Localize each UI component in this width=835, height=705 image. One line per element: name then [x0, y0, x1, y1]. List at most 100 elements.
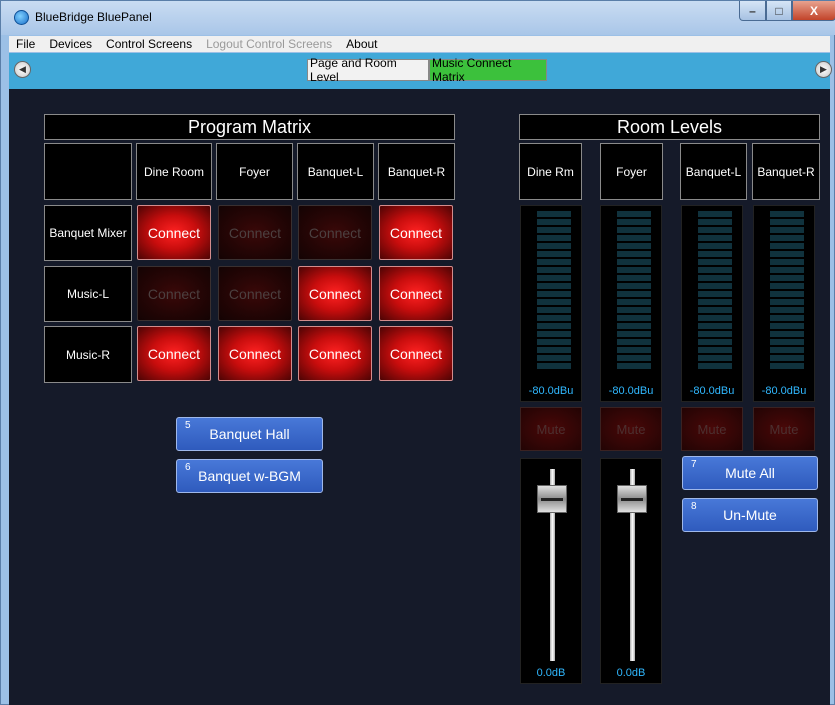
meter-segment	[617, 211, 651, 217]
meter-segment	[770, 275, 804, 281]
meter-segment	[537, 283, 571, 289]
meter-segment	[617, 299, 651, 305]
connect-button[interactable]: Connect	[298, 326, 372, 381]
meter-segment	[537, 363, 571, 369]
meter-segment	[698, 243, 732, 249]
connect-button[interactable]: Connect	[137, 326, 211, 381]
tab-page-and-room-level[interactable]: Page and Room Level	[307, 56, 429, 84]
meter-segment	[617, 323, 651, 329]
room-levels-title: Room Levels	[519, 114, 820, 140]
maximize-button[interactable]: □	[766, 1, 792, 21]
fader-value: 0.0dB	[536, 667, 566, 679]
meter-segment	[698, 363, 732, 369]
meter-value: -80.0dBu	[761, 385, 807, 397]
preset-banquet-w-bgm-button[interactable]: 6 Banquet w-BGM	[176, 459, 323, 493]
preset-label: Banquet w-BGM	[198, 468, 301, 484]
preset-banquet-hall-button[interactable]: 5 Banquet Hall	[176, 417, 323, 451]
meter-segment	[770, 283, 804, 289]
menu-logout-control-screens[interactable]: Logout Control Screens	[199, 37, 339, 51]
level-meter: -80.0dBu	[681, 205, 743, 402]
meter-segment	[617, 339, 651, 345]
volume-fader[interactable]: 0.0dB	[600, 458, 662, 684]
volume-fader[interactable]: 0.0dB	[520, 458, 582, 684]
mute-button[interactable]: Mute	[520, 407, 582, 451]
connect-button[interactable]: Connect	[218, 266, 292, 321]
menu-control-screens[interactable]: Control Screens	[99, 37, 199, 51]
fader-handle[interactable]	[617, 485, 647, 513]
meter-segment	[617, 363, 651, 369]
connect-button[interactable]: Connect	[137, 205, 211, 260]
matrix-row-label: Music-L	[44, 266, 132, 322]
meter-segment	[537, 347, 571, 353]
meter-segment	[698, 219, 732, 225]
meter-segment	[698, 307, 732, 313]
scroll-left-icon[interactable]: ◀	[14, 61, 31, 78]
preset-label: Mute All	[725, 465, 775, 481]
mute-button[interactable]: Mute	[681, 407, 743, 451]
meter-segment	[770, 307, 804, 313]
scroll-right-icon[interactable]: ▶	[815, 61, 832, 78]
meter-segment	[770, 347, 804, 353]
matrix-col-header: Banquet-R	[378, 143, 455, 200]
meter-segment	[698, 291, 732, 297]
meter-segment	[617, 251, 651, 257]
meter-segment	[770, 227, 804, 233]
connect-button[interactable]: Connect	[218, 205, 292, 260]
mute-button[interactable]: Mute	[753, 407, 815, 451]
meter-segment	[770, 355, 804, 361]
minimize-button[interactable]: –	[739, 1, 766, 21]
meter-segment	[770, 339, 804, 345]
mute-button[interactable]: Mute	[600, 407, 662, 451]
connect-button[interactable]: Connect	[379, 326, 453, 381]
title-bar[interactable]: BlueBridge BluePanel – □ X	[1, 1, 835, 35]
meter-segment	[537, 291, 571, 297]
level-meter: -80.0dBu	[600, 205, 662, 402]
fader-handle[interactable]	[537, 485, 567, 513]
program-matrix-title: Program Matrix	[44, 114, 455, 140]
meter-bars	[617, 211, 651, 369]
meter-segment	[617, 347, 651, 353]
menu-bar: File Devices Control Screens Logout Cont…	[9, 36, 830, 52]
meter-value: -80.0dBu	[689, 385, 735, 397]
meter-segment	[698, 235, 732, 241]
meter-segment	[617, 259, 651, 265]
menu-about[interactable]: About	[339, 37, 384, 51]
meter-segment	[617, 291, 651, 297]
fader-value: 0.0dB	[616, 667, 646, 679]
meter-segment	[770, 363, 804, 369]
matrix-row-label: Music-R	[44, 326, 132, 383]
meter-segment	[698, 323, 732, 329]
menu-file[interactable]: File	[9, 37, 42, 51]
meter-segment	[537, 307, 571, 313]
meter-segment	[770, 267, 804, 273]
meter-segment	[698, 339, 732, 345]
meter-segment	[537, 323, 571, 329]
meter-bars	[770, 211, 804, 369]
meter-segment	[698, 315, 732, 321]
meter-value: -80.0dBu	[608, 385, 654, 397]
connect-button[interactable]: Connect	[137, 266, 211, 321]
un-mute-button[interactable]: 8 Un-Mute	[682, 498, 818, 532]
close-button[interactable]: X	[792, 1, 835, 21]
connect-button[interactable]: Connect	[298, 205, 372, 260]
mute-all-button[interactable]: 7 Mute All	[682, 456, 818, 490]
room-col-header: Foyer	[600, 143, 663, 200]
meter-segment	[537, 235, 571, 241]
meter-segment	[770, 219, 804, 225]
meter-segment	[698, 331, 732, 337]
meter-segment	[537, 211, 571, 217]
connect-button[interactable]: Connect	[298, 266, 372, 321]
meter-segment	[770, 211, 804, 217]
matrix-row-label: Banquet Mixer	[44, 205, 132, 261]
meter-segment	[617, 315, 651, 321]
connect-button[interactable]: Connect	[218, 326, 292, 381]
tab-music-connect-matrix[interactable]: Music Connect Matrix	[429, 56, 547, 84]
meter-segment	[617, 235, 651, 241]
meter-segment	[770, 251, 804, 257]
connect-button[interactable]: Connect	[379, 266, 453, 321]
menu-devices[interactable]: Devices	[42, 37, 99, 51]
meter-segment	[537, 299, 571, 305]
meter-segment	[698, 355, 732, 361]
meter-segment	[617, 275, 651, 281]
connect-button[interactable]: Connect	[379, 205, 453, 260]
